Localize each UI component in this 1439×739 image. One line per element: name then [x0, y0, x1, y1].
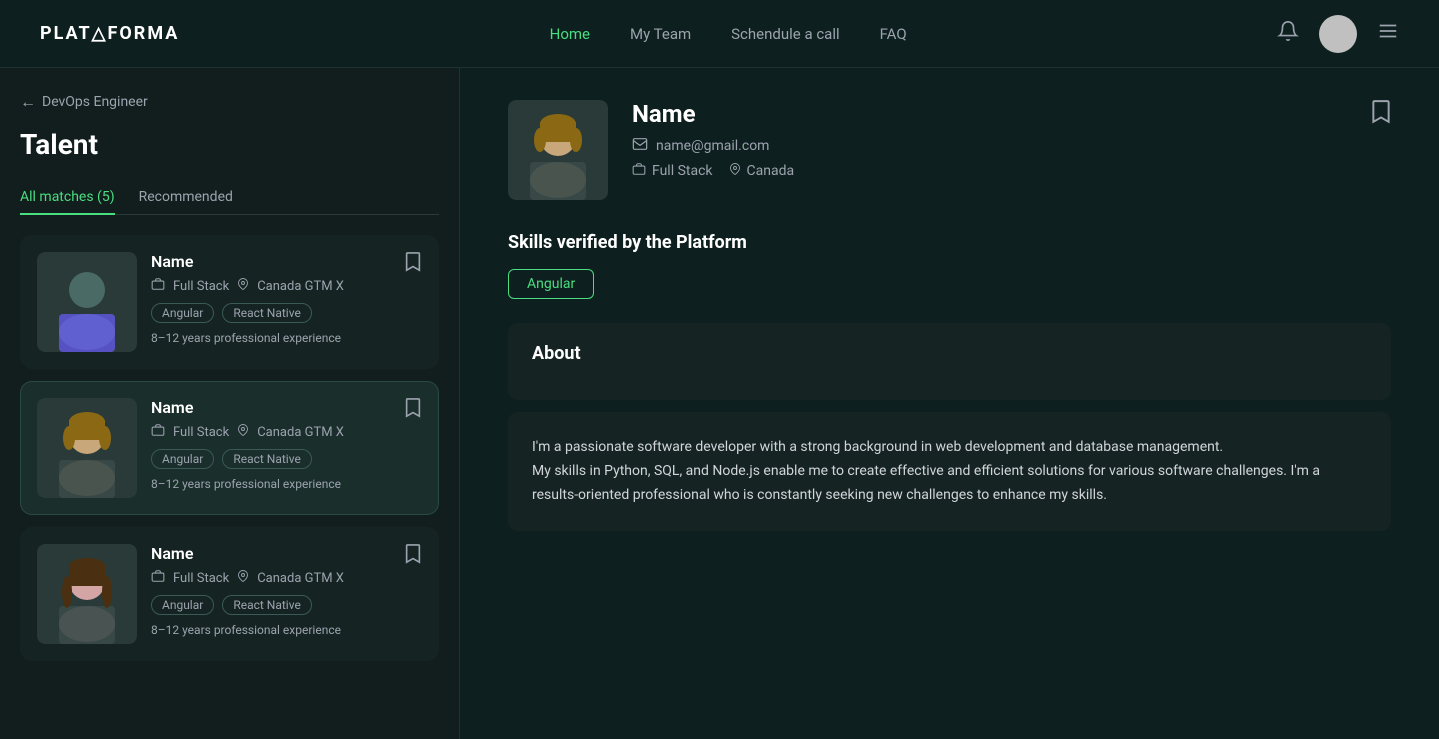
bookmark-icon-3[interactable] [404, 544, 422, 569]
detail-location: Full Stack Canada [632, 162, 794, 180]
skill-angular-detail: Angular [508, 269, 594, 299]
detail-role-item: Full Stack [632, 162, 713, 180]
briefcase-icon-1 [151, 277, 165, 295]
candidate-meta-2: Full Stack Canada GTM X [151, 423, 422, 441]
detail-profile: Name name@gmail.com [508, 100, 794, 200]
detail-country-item: Canada [729, 162, 795, 180]
about-title: About [532, 343, 1367, 364]
skill-react-native-1: React Native [222, 303, 312, 323]
logo: PLAT△FORMA [40, 23, 179, 44]
about-content: I'm a passionate software developer with… [508, 412, 1391, 531]
candidate-info-1: Name [151, 252, 422, 345]
candidate-photo-1 [37, 252, 137, 352]
email-value: name@gmail.com [656, 138, 769, 154]
nav-links: Home My Team Schendule a call FAQ [550, 25, 907, 43]
candidate-info-2: Name [151, 398, 422, 491]
skills-title: Skills verified by the Platform [508, 232, 1391, 253]
hamburger-icon[interactable] [1377, 20, 1399, 47]
skill-angular-3: Angular [151, 595, 214, 615]
location-icon-2 [237, 423, 249, 441]
nav-home[interactable]: Home [550, 25, 590, 43]
about-section: About I'm a passionate software develope… [508, 323, 1391, 531]
sidebar-title: Talent [20, 128, 439, 161]
candidate-location-1: Canada GTM X [257, 279, 344, 294]
experience-2: 8–12 years professional experience [151, 477, 422, 491]
detail-role: Full Stack [652, 163, 713, 179]
experience-1: 8–12 years professional experience [151, 331, 422, 345]
skill-tags-1: Angular React Native [151, 303, 422, 323]
location-icon-1 [237, 277, 249, 295]
detail-bookmark-icon[interactable] [1371, 100, 1391, 130]
bookmark-icon-2[interactable] [404, 398, 422, 423]
skill-react-native-3: React Native [222, 595, 312, 615]
skills-section: Skills verified by the Platform Angular [508, 232, 1391, 299]
candidate-meta-3: Full Stack Canada GTM X [151, 569, 422, 587]
nav-my-team[interactable]: My Team [630, 25, 691, 43]
email-icon [632, 136, 648, 156]
back-arrow-icon: ← [20, 92, 36, 112]
skill-react-native-2: React Native [222, 449, 312, 469]
tab-recommended[interactable]: Recommended [139, 181, 233, 215]
candidate-photo-3 [37, 544, 137, 644]
detail-info: Name name@gmail.com [632, 100, 794, 180]
navbar-right [1277, 15, 1399, 53]
skill-angular-1: Angular [151, 303, 214, 323]
navbar: PLAT△FORMA Home My Team Schendule a call… [0, 0, 1439, 68]
skill-tags-3: Angular React Native [151, 595, 422, 615]
candidate-name-2: Name [151, 398, 193, 417]
briefcase-icon-2 [151, 423, 165, 441]
candidate-photo-2 [37, 398, 137, 498]
detail-name: Name [632, 100, 794, 128]
detail-photo [508, 100, 608, 200]
bookmark-icon-1[interactable] [404, 252, 422, 277]
back-link[interactable]: ← DevOps Engineer [20, 92, 439, 112]
skill-tags-2: Angular React Native [151, 449, 422, 469]
candidate-card-3[interactable]: Name [20, 527, 439, 661]
bell-icon[interactable] [1277, 20, 1299, 47]
briefcase-icon-detail [632, 162, 646, 180]
user-avatar[interactable] [1319, 15, 1357, 53]
detail-country: Canada [747, 163, 795, 179]
tabs: All matches (5) Recommended [20, 181, 439, 215]
candidate-role-3: Full Stack [173, 571, 229, 586]
candidate-name-1: Name [151, 252, 193, 271]
nav-schedule[interactable]: Schendule a call [731, 25, 840, 43]
candidate-name-3: Name [151, 544, 193, 563]
candidate-info-3: Name [151, 544, 422, 637]
nav-faq[interactable]: FAQ [880, 25, 907, 43]
candidate-card-1[interactable]: Name [20, 235, 439, 369]
sidebar: ← DevOps Engineer Talent All matches (5)… [0, 68, 460, 739]
candidate-meta-1: Full Stack Canada GTM X [151, 277, 422, 295]
candidate-card-2[interactable]: Name [20, 381, 439, 515]
candidate-role-1: Full Stack [173, 279, 229, 294]
candidate-role-2: Full Stack [173, 425, 229, 440]
about-box: About [508, 323, 1391, 400]
tab-all-matches[interactable]: All matches (5) [20, 181, 115, 215]
briefcase-icon-3 [151, 569, 165, 587]
location-icon-detail [729, 162, 741, 180]
detail-email: name@gmail.com [632, 136, 794, 156]
skill-angular-2: Angular [151, 449, 214, 469]
detail-panel: Name name@gmail.com [460, 68, 1439, 739]
experience-3: 8–12 years professional experience [151, 623, 422, 637]
main-layout: ← DevOps Engineer Talent All matches (5)… [0, 68, 1439, 739]
detail-header: Name name@gmail.com [508, 100, 1391, 200]
candidate-location-2: Canada GTM X [257, 425, 344, 440]
back-label: DevOps Engineer [42, 94, 148, 110]
candidate-location-3: Canada GTM X [257, 571, 344, 586]
location-icon-3 [237, 569, 249, 587]
